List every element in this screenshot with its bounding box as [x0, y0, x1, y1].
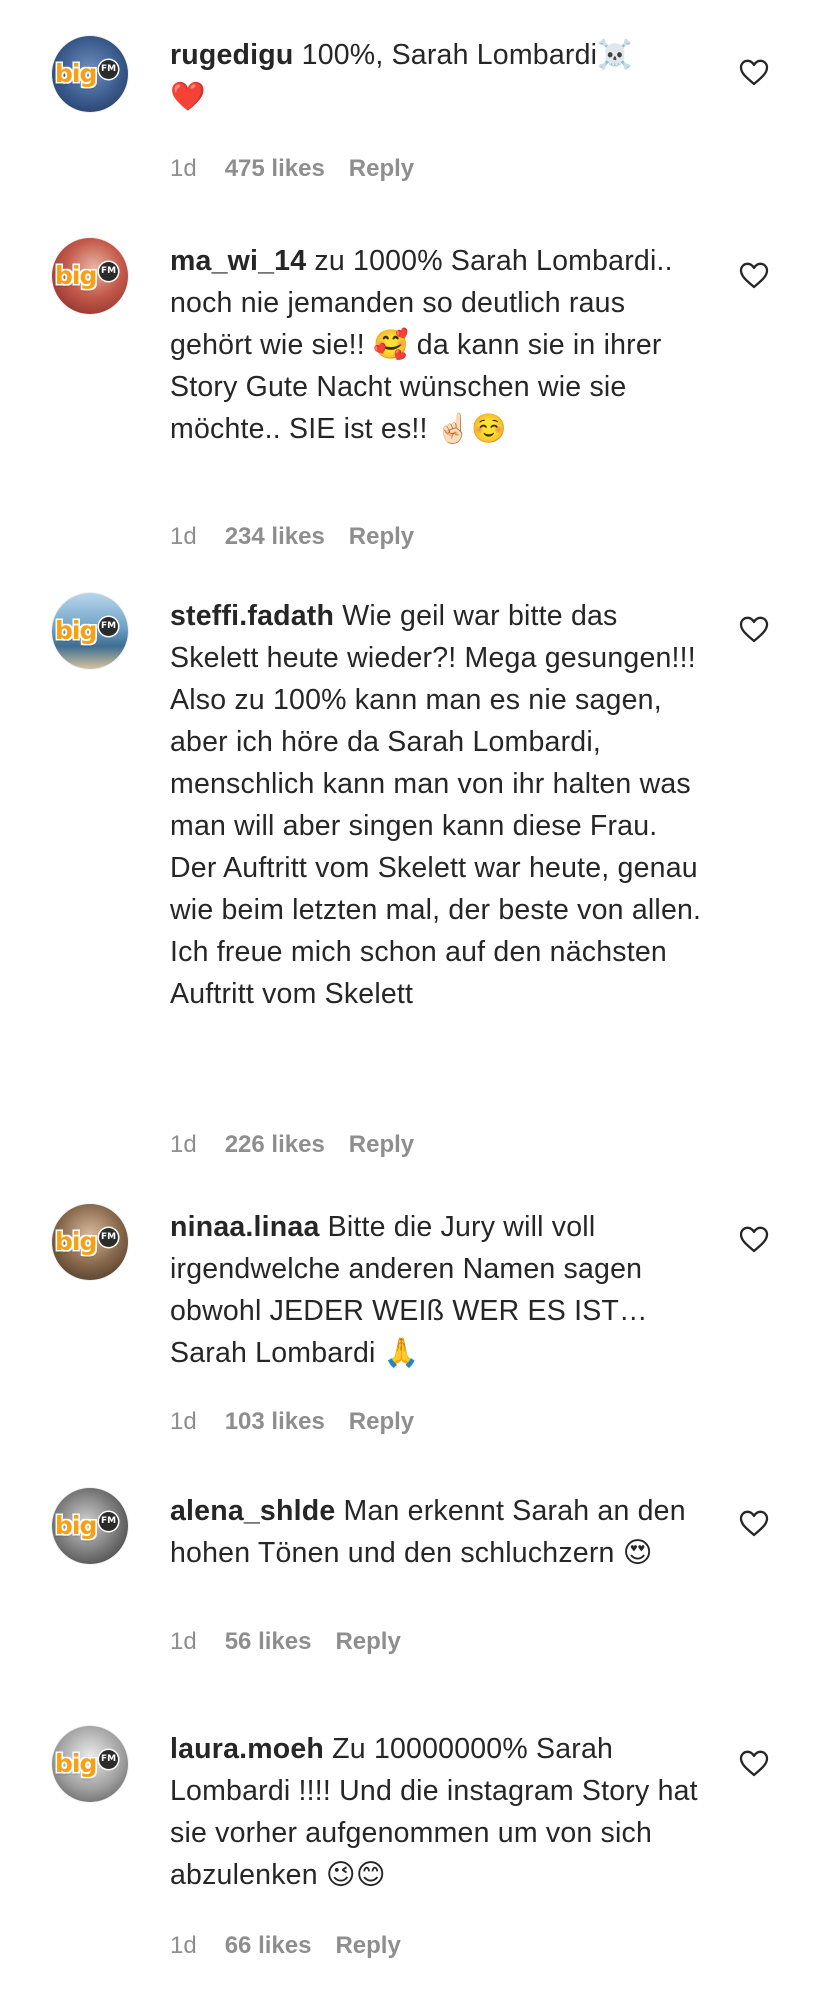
comment: big FM alena_shlde Man erkennt Sarah an d… — [0, 1480, 820, 1720]
username-link[interactable]: laura.moeh — [170, 1733, 324, 1765]
comment-meta: 1d 56 likes Reply — [170, 1628, 425, 1656]
avatar[interactable]: big FM — [52, 1726, 128, 1802]
avatar[interactable]: big FM — [52, 36, 128, 112]
comment: big FM ma_wi_14 zu 1000% Sarah Lombardi..… — [0, 220, 820, 600]
heart-outline-icon[interactable] — [738, 614, 770, 644]
heart-outline-icon[interactable] — [738, 260, 770, 290]
likes-count[interactable]: 103 likes — [225, 1408, 325, 1435]
reply-button[interactable]: Reply — [335, 1932, 400, 1959]
username-link[interactable]: alena_shlde — [170, 1495, 335, 1527]
avatar[interactable]: big FM — [52, 593, 128, 669]
comment-time: 1d — [170, 1131, 197, 1158]
heart-outline-icon[interactable] — [738, 1224, 770, 1254]
comment-meta: 1d 234 likes Reply — [170, 523, 438, 551]
heart-outline-icon[interactable] — [738, 1748, 770, 1778]
bigfm-logo: big FM — [55, 1227, 118, 1256]
comment-text: ma_wi_14 zu 1000% Sarah Lombardi.. noch … — [170, 240, 710, 450]
avatar[interactable]: big FM — [52, 1204, 128, 1280]
likes-count[interactable]: 66 likes — [225, 1932, 312, 1959]
likes-count[interactable]: 234 likes — [225, 523, 325, 550]
comment-time: 1d — [170, 523, 197, 550]
comment-time: 1d — [170, 155, 197, 182]
comment-text: rugedigu 100%, Sarah Lombardi☠️ ❤️ — [170, 34, 710, 118]
avatar[interactable]: big FM — [52, 1488, 128, 1564]
bigfm-logo: big FM — [55, 616, 118, 645]
comment: big FM laura.moeh Zu 10000000% Sarah Lomb… — [0, 1720, 820, 2007]
comment-text: alena_shlde Man erkennt Sarah an den hoh… — [170, 1490, 710, 1574]
comment: big FM rugedigu 100%, Sarah Lombardi☠️ ❤️… — [0, 0, 820, 220]
comment-meta: 1d 226 likes Reply — [170, 1131, 438, 1159]
comment: big FM ninaa.linaa Bitte die Jury will vo… — [0, 1200, 820, 1480]
username-link[interactable]: ninaa.linaa — [170, 1211, 320, 1243]
bigfm-logo: big FM — [55, 1511, 118, 1540]
heart-outline-icon[interactable] — [738, 1508, 770, 1538]
comment-meta: 1d 103 likes Reply — [170, 1408, 438, 1436]
reply-button[interactable]: Reply — [335, 1628, 400, 1655]
username-link[interactable]: rugedigu — [170, 39, 294, 71]
username-link[interactable]: ma_wi_14 — [170, 245, 306, 277]
comment-time: 1d — [170, 1932, 197, 1959]
comment-meta: 1d 475 likes Reply — [170, 155, 438, 183]
heart-outline-icon[interactable] — [738, 57, 770, 87]
reply-button[interactable]: Reply — [349, 1131, 414, 1158]
comment-meta: 1d 66 likes Reply — [170, 1932, 425, 1960]
bigfm-logo: big FM — [55, 1749, 118, 1778]
comment-text: ninaa.linaa Bitte die Jury will voll irg… — [170, 1206, 710, 1374]
avatar[interactable]: big FM — [52, 238, 128, 314]
comment-text: steffi.fadath Wie geil war bitte das Ske… — [170, 595, 710, 1015]
reply-button[interactable]: Reply — [349, 155, 414, 182]
comment-time: 1d — [170, 1408, 197, 1435]
reply-button[interactable]: Reply — [349, 523, 414, 550]
likes-count[interactable]: 56 likes — [225, 1628, 312, 1655]
comment-text: laura.moeh Zu 10000000% Sarah Lombardi !… — [170, 1728, 710, 1896]
bigfm-logo: big FM — [55, 261, 118, 290]
comment: big FM steffi.fadath Wie geil war bitte d… — [0, 585, 820, 1205]
username-link[interactable]: steffi.fadath — [170, 600, 334, 632]
likes-count[interactable]: 226 likes — [225, 1131, 325, 1158]
comment-body: Wie geil war bitte das Skelett heute wie… — [170, 600, 702, 1010]
reply-button[interactable]: Reply — [349, 1408, 414, 1435]
likes-count[interactable]: 475 likes — [225, 155, 325, 182]
bigfm-logo: big FM — [55, 59, 118, 88]
comment-time: 1d — [170, 1628, 197, 1655]
